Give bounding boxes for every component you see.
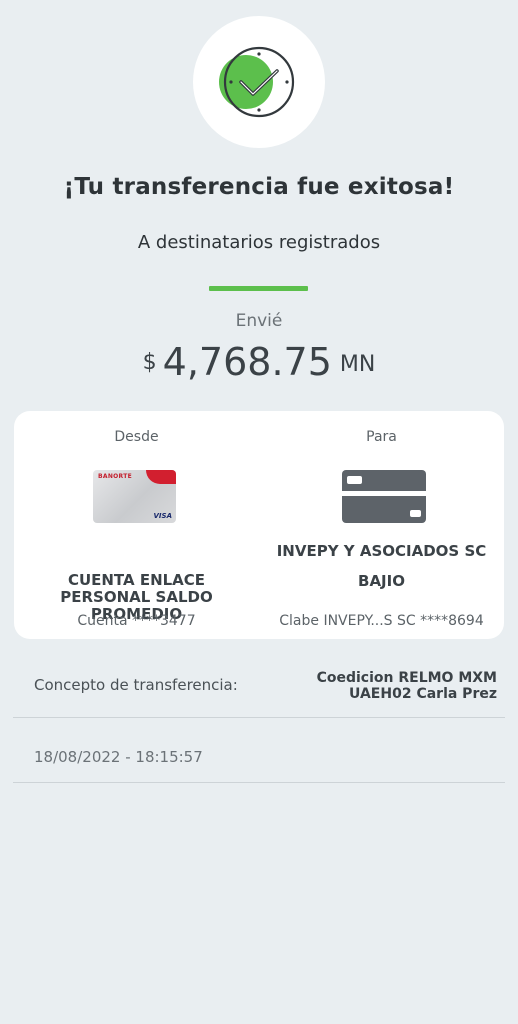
card-brand-logo: BANORTE — [98, 473, 132, 480]
amount-label: Envié — [235, 311, 283, 331]
page-title: ¡Tu transferencia fue exitosa! — [63, 174, 455, 200]
from-label: Desde — [114, 429, 159, 445]
datetime-row: 18/08/2022 - 18:15:57 — [13, 718, 505, 783]
transfer-summary-card: Desde BANORTE VISA CUENTA ENLACE PERSONA… — [14, 411, 504, 639]
recipient-account-number: Clabe INVEPY...S SC ****8694 — [279, 613, 484, 629]
generic-card-icon — [342, 470, 426, 523]
concept-row: Concepto de transferencia: Coedicion REL… — [13, 650, 505, 718]
page-subtitle: A destinatarios registrados — [137, 232, 381, 253]
amount-value: 4,768.75 — [162, 340, 332, 384]
card-corner-band — [146, 470, 176, 484]
banorte-card-image: BANORTE VISA — [93, 470, 176, 523]
concept-value: Coedicion RELMO MXM UAEH02 Carla Prez — [316, 670, 497, 702]
transfer-datetime: 18/08/2022 - 18:15:57 — [34, 748, 203, 766]
success-icon-container — [193, 16, 325, 148]
accent-divider — [209, 286, 308, 291]
to-account-section: Para INVEPY Y ASOCIADOS SC BAJIO Clabe I… — [259, 411, 504, 639]
from-account-number: Cuenta ****3477 — [77, 613, 196, 629]
card-stripe — [342, 491, 426, 496]
recipient-name: INVEPY Y ASOCIADOS SC BAJIO — [276, 542, 487, 590]
amount-display: $4,768.75 MN — [0, 340, 518, 384]
from-account-section: Desde BANORTE VISA CUENTA ENLACE PERSONA… — [14, 411, 259, 639]
currency-code: MN — [339, 352, 376, 377]
currency-symbol: $ — [142, 350, 157, 375]
card-chip — [347, 476, 362, 484]
to-label: Para — [366, 429, 397, 445]
check-clock-icon — [219, 46, 295, 118]
concept-label: Concepto de transferencia: — [34, 676, 238, 694]
card-tag — [410, 510, 421, 517]
visa-logo: VISA — [153, 512, 172, 520]
